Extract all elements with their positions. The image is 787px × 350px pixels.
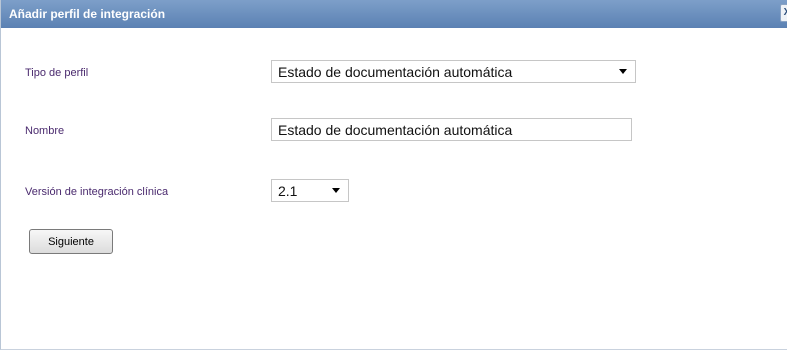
dialog-title: Añadir perfil de integración xyxy=(9,7,166,21)
add-integration-profile-dialog: Añadir perfil de integración X Tipo de p… xyxy=(0,0,787,350)
clinical-version-label: Versión de integración clínica xyxy=(25,186,169,198)
next-button[interactable]: Siguiente xyxy=(29,229,113,254)
name-input[interactable] xyxy=(271,118,632,141)
chevron-down-icon xyxy=(619,69,627,74)
dialog-titlebar: Añadir perfil de integración X xyxy=(1,0,787,28)
clinical-version-select[interactable]: 2.1 xyxy=(271,179,349,202)
profile-type-select[interactable]: Estado de documentación automática xyxy=(271,60,636,83)
close-icon[interactable]: X xyxy=(780,4,787,22)
name-label: Nombre xyxy=(25,125,65,137)
profile-type-selected-value: Estado de documentación automática xyxy=(278,63,513,80)
chevron-down-icon xyxy=(332,188,340,193)
profile-type-label: Tipo de perfil xyxy=(25,67,89,79)
clinical-version-selected-value: 2.1 xyxy=(278,182,298,199)
